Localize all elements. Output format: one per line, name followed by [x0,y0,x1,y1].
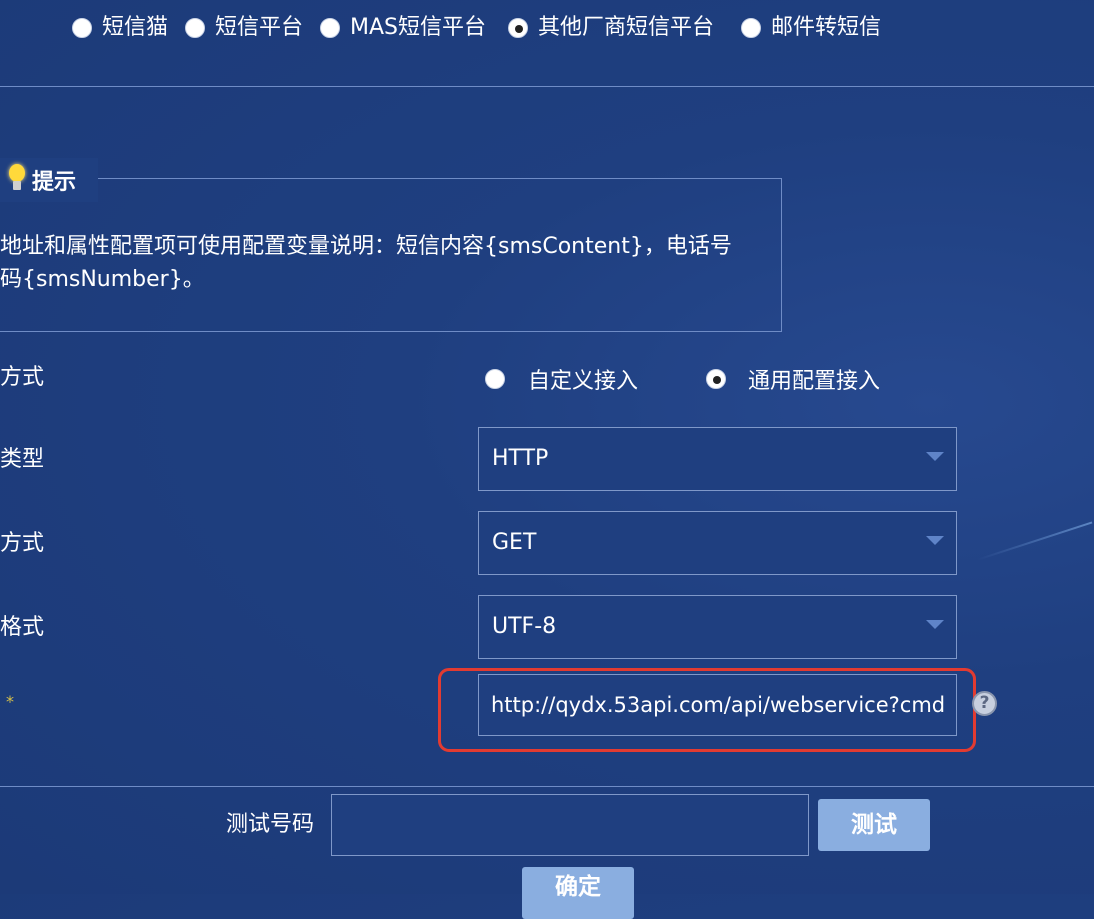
lightbulb-icon [8,162,26,198]
chevron-down-icon [926,452,944,461]
radio-generic-access[interactable] [706,369,726,389]
method-select[interactable]: GET [478,511,957,575]
test-number-label: 测试号码 [226,812,315,837]
chevron-down-icon [926,620,944,629]
radio-sms-platform[interactable] [185,18,205,38]
label-sms-platform: 短信平台 [215,15,304,40]
label-sms-modem: 短信猫 [102,15,169,40]
required-marker: * [6,692,14,711]
tip-legend: 提示 [0,158,99,202]
background-streak [977,521,1093,561]
label-email-to-sms: 邮件转短信 [771,15,882,40]
encoding-select[interactable]: UTF-8 [478,595,957,659]
encoding-label: 格式 [0,615,45,640]
tip-title: 提示 [32,170,77,195]
type-select-value: HTTP [492,446,549,471]
method-select-value: GET [492,530,537,555]
label-mas-platform: MAS短信平台 [350,15,486,40]
type-label: 类型 [0,447,45,472]
chevron-down-icon [926,536,944,545]
divider-bottom [0,786,1094,787]
type-select[interactable]: HTTP [478,427,957,491]
divider-top [0,86,1094,87]
test-button[interactable]: 测试 [818,799,930,851]
radio-email-to-sms[interactable] [741,18,761,38]
tip-text: 地址和属性配置项可使用配置变量说明：短信内容{smsContent}，电话号码{… [0,234,732,292]
help-icon[interactable]: ? [972,691,997,716]
encoding-select-value: UTF-8 [492,614,557,639]
label-generic-access: 通用配置接入 [748,369,881,394]
method-label: 方式 [0,531,45,556]
radio-sms-modem[interactable] [72,18,92,38]
radio-mas-platform[interactable] [320,18,340,38]
radio-custom-access[interactable] [485,369,505,389]
url-input[interactable] [478,674,957,736]
test-number-input[interactable] [331,794,809,856]
radio-other-vendor[interactable] [508,18,528,38]
label-other-vendor: 其他厂商短信平台 [538,15,715,40]
access-mode-label: 方式 [0,365,45,390]
confirm-button[interactable]: 确定 [522,867,634,919]
label-custom-access: 自定义接入 [528,369,639,394]
